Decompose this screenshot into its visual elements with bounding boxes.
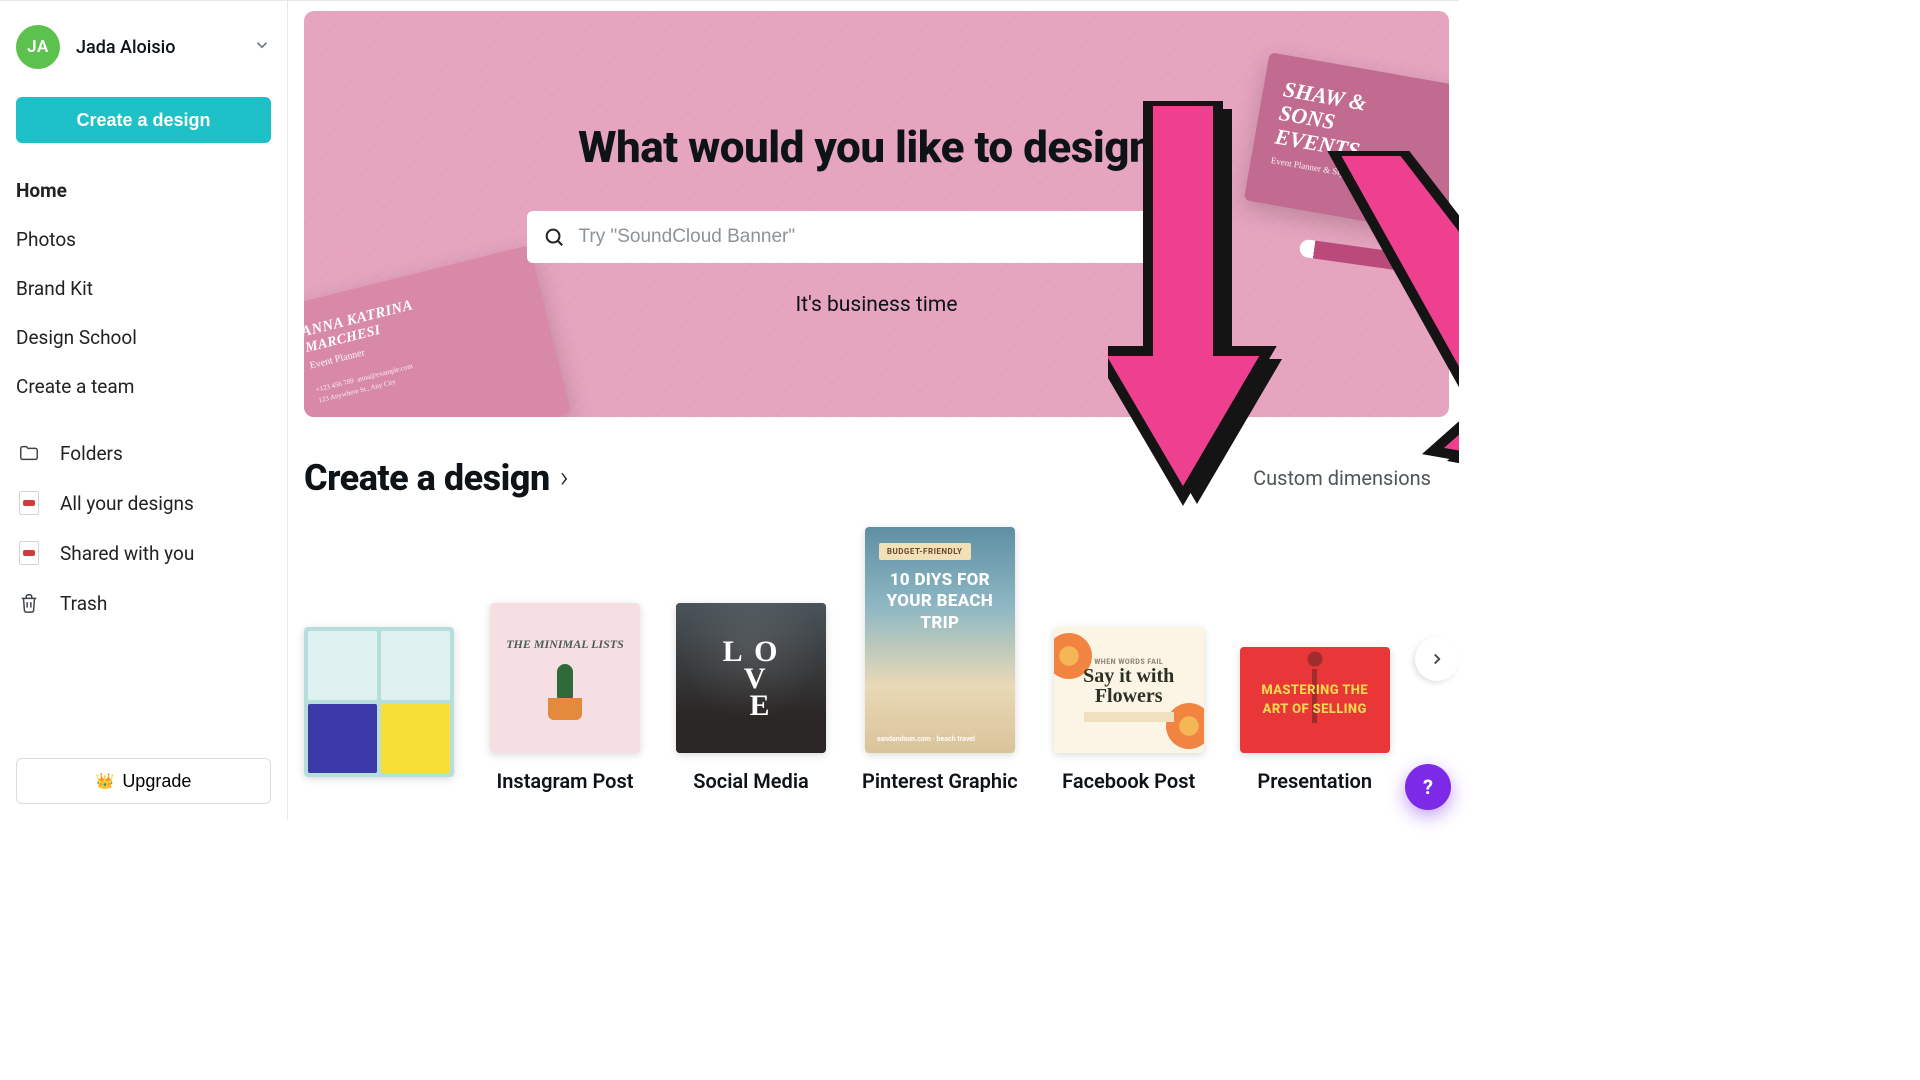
chevron-right-icon[interactable]: › [560,463,569,493]
type-label: Facebook Post [1062,769,1195,793]
type-card-social[interactable]: L O V E Social Media [676,603,826,793]
nav-label: Shared with you [60,542,194,565]
chevron-right-icon [1428,650,1446,668]
nav-photos[interactable]: Photos [16,218,271,261]
hero-title: What would you like to design? [578,121,1175,173]
type-thumb: BUDGET-FRIENDLY 10 DIYS FOR YOUR BEACH T… [865,527,1015,753]
folder-icon [16,440,42,466]
type-card-instagram[interactable]: THE MINIMAL LISTS Instagram Post [490,603,640,793]
account-switcher[interactable]: JA Jada Aloisio [16,19,271,77]
chevron-down-icon [253,36,271,58]
nav-label: Folders [60,442,123,465]
type-card-pinterest[interactable]: BUDGET-FRIENDLY 10 DIYS FOR YOUR BEACH T… [862,527,1018,793]
help-button[interactable]: ? [1405,764,1451,810]
search-input[interactable] [579,226,1211,248]
primary-nav: Home Photos Brand Kit Design School Crea… [16,169,271,408]
type-thumb: MASTERING THE ART OF SELLING [1240,647,1390,753]
upgrade-button[interactable]: 👑 Upgrade [16,758,271,804]
type-card-grid[interactable] [304,627,454,793]
type-label: Pinterest Graphic [862,769,1018,793]
type-label: Instagram Post [496,769,633,793]
hero-tagline: It's business time [796,293,958,317]
nav-shared[interactable]: Shared with you [16,530,271,576]
nav-label: Trash [60,592,107,615]
trash-icon [16,590,42,616]
search-bar[interactable] [527,211,1227,263]
search-icon [543,226,565,248]
create-design-button[interactable]: Create a design [16,97,271,143]
type-card-presentation[interactable]: MASTERING THE ART OF SELLING Presentatio… [1240,647,1390,793]
doc-icon [16,490,42,516]
type-label: Social Media [693,769,809,793]
type-label: Presentation [1257,769,1372,793]
section-header: Create a design › Custom dimensions [304,457,1431,499]
avatar: JA [16,25,60,69]
nav-design-school[interactable]: Design School [16,316,271,359]
secondary-nav: Folders All your designs Shared with you… [16,430,271,626]
upgrade-label: Upgrade [122,771,191,792]
hero-banner: ANNA KATRINA MARCHESI Event Planner +123… [304,11,1449,417]
type-thumb: L O V E [676,603,826,753]
design-types-row: THE MINIMAL LISTS Instagram Post L O V E… [304,527,1437,793]
scroll-next-button[interactable] [1415,637,1459,681]
nav-all-designs[interactable]: All your designs [16,480,271,526]
nav-label: All your designs [60,492,194,515]
main: ANNA KATRINA MARCHESI Event Planner +123… [288,1,1459,820]
nav-trash[interactable]: Trash [16,580,271,626]
sidebar: JA Jada Aloisio Create a design Home Pho… [0,1,288,820]
nav-folders[interactable]: Folders [16,430,271,476]
type-card-facebook[interactable]: WHEN WORDS FAIL Say it with Flowers Face… [1054,627,1204,793]
nav-home[interactable]: Home [16,169,271,212]
crown-icon: 👑 [96,772,115,790]
user-name: Jada Aloisio [76,37,237,58]
type-thumb: WHEN WORDS FAIL Say it with Flowers [1054,627,1204,753]
nav-brand-kit[interactable]: Brand Kit [16,267,271,310]
custom-dimensions-link[interactable]: Custom dimensions [1253,466,1431,490]
nav-create-team[interactable]: Create a team [16,365,271,408]
type-thumb [304,627,454,777]
doc-icon [16,540,42,566]
section-title: Create a design [304,457,550,499]
type-thumb: THE MINIMAL LISTS [490,603,640,753]
